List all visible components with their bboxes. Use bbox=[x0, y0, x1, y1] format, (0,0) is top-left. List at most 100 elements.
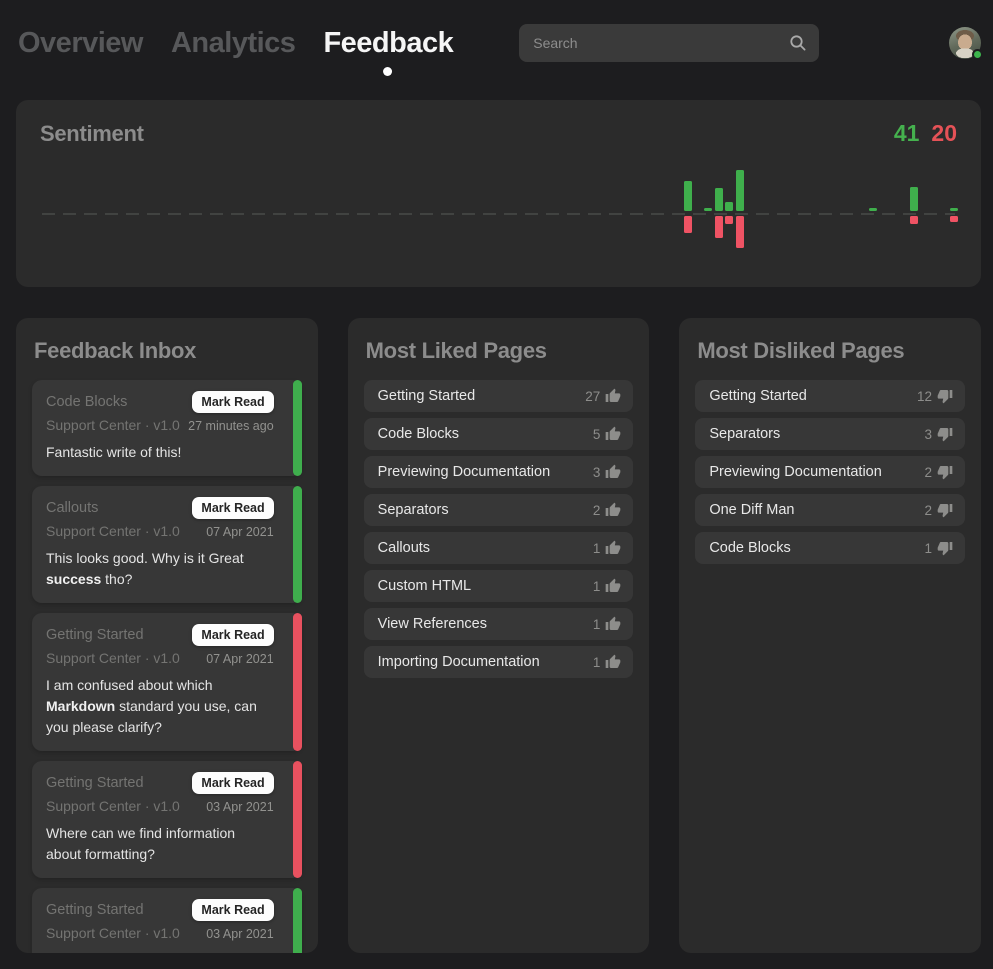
search-input[interactable] bbox=[519, 24, 819, 62]
chart-bar-down-6 bbox=[910, 216, 918, 224]
feedback-source: Support Center · v1.0 bbox=[46, 925, 180, 941]
feedback-inbox-title: Feedback Inbox bbox=[34, 338, 302, 364]
feedback-source: Support Center · v1.0 bbox=[46, 523, 180, 539]
red-sentiment-ribbon bbox=[293, 761, 302, 878]
page-name: Importing Documentation bbox=[378, 654, 540, 670]
mark-read-button[interactable]: Mark Read bbox=[192, 497, 273, 519]
feedback-body-text: This looks good. Why is it Great success… bbox=[46, 548, 274, 590]
most-liked-row[interactable]: View References 1 bbox=[364, 608, 634, 640]
feedback-timestamp: 27 minutes ago bbox=[188, 419, 273, 433]
feedback-timestamp: 03 Apr 2021 bbox=[206, 800, 273, 814]
dislikes-total: 20 bbox=[931, 120, 957, 147]
feedback-source: Support Center · v1.0 bbox=[46, 798, 180, 814]
chart-baseline bbox=[42, 213, 955, 215]
page-name: Getting Started bbox=[378, 388, 476, 404]
thumbs-down-icon bbox=[937, 426, 953, 442]
like-count: 5 bbox=[593, 427, 601, 442]
page-name: Previewing Documentation bbox=[378, 464, 550, 480]
feedback-card: Code Blocks Mark Read Support Center · v1.… bbox=[32, 380, 302, 476]
most-disliked-row[interactable]: Getting Started12 bbox=[695, 380, 965, 412]
most-liked-row[interactable]: Importing Documentation 1 bbox=[364, 646, 634, 678]
thumbs-down-icon bbox=[937, 540, 953, 556]
chart-bar-up-6 bbox=[910, 187, 918, 211]
feedback-page-name: Callouts bbox=[46, 500, 98, 516]
likes-total: 41 bbox=[894, 120, 920, 147]
page-name: View References bbox=[378, 616, 487, 632]
chart-bar-up-5 bbox=[869, 208, 877, 211]
most-liked-row[interactable]: Previewing Documentation 3 bbox=[364, 456, 634, 488]
sentiment-totals: 41 20 bbox=[894, 120, 957, 147]
chart-bar-up-1 bbox=[704, 208, 712, 211]
most-liked-row[interactable]: Getting Started27 bbox=[364, 380, 634, 412]
most-liked-row[interactable]: Code Blocks5 bbox=[364, 418, 634, 450]
tab-feedback[interactable]: Feedback bbox=[323, 27, 453, 60]
most-liked-row[interactable]: Separators 2 bbox=[364, 494, 634, 526]
thumbs-up-icon bbox=[605, 388, 621, 404]
feedback-page-name: Getting Started bbox=[46, 902, 144, 918]
dashboard-columns: Feedback Inbox Code BlocksMark ReadSuppo… bbox=[16, 318, 981, 953]
most-disliked-row[interactable]: One Diff Man 2 bbox=[695, 494, 965, 526]
thumbs-up-icon bbox=[605, 578, 621, 594]
chart-bar-up-4 bbox=[736, 170, 744, 211]
tab-feedback-label: Feedback bbox=[323, 27, 453, 59]
page-name: Separators bbox=[378, 502, 449, 518]
feedback-card-row1: Getting Started Mark Read bbox=[46, 899, 274, 921]
feedback-card-row2: Support Center · v1.0 07 Apr 2021 bbox=[46, 519, 274, 539]
mark-read-button[interactable]: Mark Read bbox=[192, 772, 273, 794]
chart-bar-down-3 bbox=[725, 216, 733, 224]
feedback-body-text: Fantastic write of this! bbox=[46, 442, 274, 463]
tab-analytics[interactable]: Analytics bbox=[171, 27, 295, 60]
most-disliked-row[interactable]: Previewing Documentation2 bbox=[695, 456, 965, 488]
feedback-page-name: Getting Started bbox=[46, 627, 144, 643]
feedback-card-row1: Getting Started Mark Read bbox=[46, 624, 274, 646]
like-count: 2 bbox=[593, 503, 601, 518]
feedback-card-row1: Code Blocks Mark Read bbox=[46, 391, 274, 413]
page-name: One Diff Man bbox=[709, 502, 794, 518]
feedback-card-row2: Support Center · v1.0 03 Apr 2021 bbox=[46, 794, 274, 814]
most-liked-title: Most Liked Pages bbox=[366, 338, 634, 364]
thumbs-down-icon bbox=[937, 502, 953, 518]
chart-bar-up-0 bbox=[684, 181, 692, 211]
most-liked-row[interactable]: Custom HTML1 bbox=[364, 570, 634, 602]
search-box bbox=[519, 24, 819, 62]
green-sentiment-ribbon bbox=[293, 380, 302, 476]
sentiment-title: Sentiment bbox=[40, 121, 144, 147]
feedback-card: Getting StartedMark ReadSupport Center ·… bbox=[32, 888, 302, 953]
dislike-count: 2 bbox=[924, 503, 932, 518]
top-bar: Overview Analytics Feedback bbox=[0, 0, 993, 100]
green-sentiment-ribbon bbox=[293, 486, 302, 603]
thumbs-up-icon bbox=[605, 502, 621, 518]
feedback-card-row2: Support Center · v1.003 Apr 2021 bbox=[46, 921, 274, 941]
online-status-dot bbox=[972, 49, 983, 60]
most-disliked-row[interactable]: Separators3 bbox=[695, 418, 965, 450]
feedback-source: Support Center · v1.0 bbox=[46, 417, 180, 433]
search-icon[interactable] bbox=[788, 33, 808, 58]
user-menu[interactable] bbox=[949, 27, 981, 59]
feedback-body-text: Where can we find information about form… bbox=[46, 823, 274, 865]
sentiment-card: Sentiment 41 20 bbox=[16, 100, 981, 287]
tab-overview[interactable]: Overview bbox=[18, 27, 143, 60]
chart-bar-up-2 bbox=[715, 188, 723, 211]
thumbs-up-icon bbox=[605, 616, 621, 632]
chart-bar-down-7 bbox=[950, 216, 958, 222]
mark-read-button[interactable]: Mark Read bbox=[192, 624, 273, 646]
most-liked-panel: Most Liked Pages Getting Started27 Code B… bbox=[348, 318, 650, 953]
mark-read-button[interactable]: Mark Read bbox=[192, 391, 273, 413]
most-liked-row[interactable]: Callouts1 bbox=[364, 532, 634, 564]
mark-read-button[interactable]: Mark Read bbox=[192, 899, 273, 921]
green-sentiment-ribbon bbox=[293, 888, 302, 953]
feedback-card-row1: Getting StartedMark Read bbox=[46, 772, 274, 794]
feedback-page-name: Code Blocks bbox=[46, 394, 127, 410]
feedback-timestamp: 07 Apr 2021 bbox=[206, 525, 273, 539]
like-count: 3 bbox=[593, 465, 601, 480]
like-count: 1 bbox=[593, 579, 601, 594]
chart-bar-down-2 bbox=[715, 216, 723, 238]
dislike-count: 2 bbox=[924, 465, 932, 480]
like-count: 1 bbox=[593, 655, 601, 670]
active-tab-indicator bbox=[383, 67, 392, 76]
chart-bar-down-4 bbox=[736, 216, 744, 248]
feedback-body-text: I am confused about which Markdown stand… bbox=[46, 675, 274, 738]
most-disliked-row[interactable]: Code Blocks1 bbox=[695, 532, 965, 564]
main-nav: Overview Analytics Feedback bbox=[18, 27, 453, 60]
like-count: 1 bbox=[593, 617, 601, 632]
